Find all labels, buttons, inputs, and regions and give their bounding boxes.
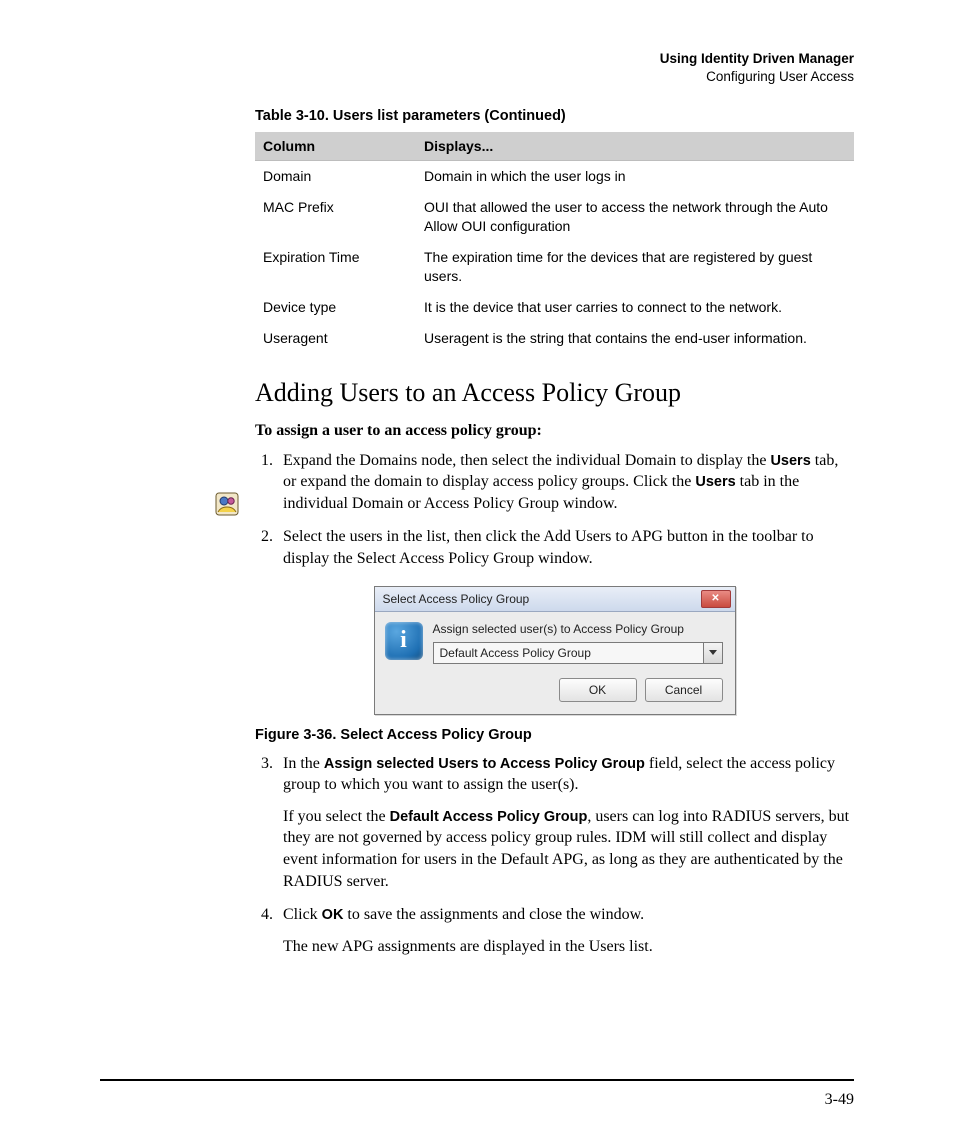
access-policy-group-select[interactable]: Default Access Policy Group bbox=[433, 642, 723, 664]
cell-col1: Expiration Time bbox=[255, 242, 416, 292]
ok-label: OK bbox=[322, 907, 344, 923]
cell-col2: OUI that allowed the user to access the … bbox=[416, 192, 854, 242]
cell-col2: It is the device that user carries to co… bbox=[416, 292, 854, 323]
procedure-steps: Expand the Domains node, then select the… bbox=[255, 450, 854, 570]
cell-col1: Device type bbox=[255, 292, 416, 323]
assign-field-label: Assign selected Users to Access Policy G… bbox=[324, 756, 645, 772]
default-apg-label: Default Access Policy Group bbox=[390, 809, 588, 825]
cell-col1: Useragent bbox=[255, 323, 416, 354]
table-caption: Table 3-10. Users list parameters (Conti… bbox=[255, 108, 854, 124]
dialog-titlebar: Select Access Policy Group ✕ bbox=[375, 587, 735, 612]
table-row: Device type It is the device that user c… bbox=[255, 292, 854, 323]
step-4-text-c: to save the assignments and close the wi… bbox=[343, 906, 644, 923]
close-icon[interactable]: ✕ bbox=[701, 590, 731, 608]
info-icon: i bbox=[385, 622, 423, 660]
dialog-message: Assign selected user(s) to Access Policy… bbox=[433, 622, 723, 636]
procedure-steps-continued: In the Assign selected Users to Access P… bbox=[255, 753, 854, 958]
cell-col2: The expiration time for the devices that… bbox=[416, 242, 854, 292]
step-3-text-a: In the bbox=[283, 755, 324, 772]
ok-button[interactable]: OK bbox=[559, 678, 637, 702]
table-header-displays: Displays... bbox=[416, 132, 854, 161]
footer-rule bbox=[100, 1079, 854, 1081]
select-access-policy-group-dialog: Select Access Policy Group ✕ i Assign se… bbox=[374, 586, 736, 715]
running-header-subtitle: Configuring User Access bbox=[100, 68, 854, 86]
section-heading: Adding Users to an Access Policy Group bbox=[255, 378, 854, 408]
chevron-down-icon[interactable] bbox=[703, 643, 722, 663]
step-4: Click OK to save the assignments and clo… bbox=[277, 904, 854, 957]
running-header: Using Identity Driven Manager Configurin… bbox=[100, 50, 854, 86]
cell-col1: MAC Prefix bbox=[255, 192, 416, 242]
page-number: 3-49 bbox=[825, 1091, 854, 1109]
users-params-table: Column Displays... Domain Domain in whic… bbox=[255, 132, 854, 353]
dialog-title-text: Select Access Policy Group bbox=[383, 592, 530, 606]
running-header-title: Using Identity Driven Manager bbox=[100, 50, 854, 68]
cancel-button[interactable]: Cancel bbox=[645, 678, 723, 702]
table-header-column: Column bbox=[255, 132, 416, 161]
figure-dialog-container: Select Access Policy Group ✕ i Assign se… bbox=[255, 586, 854, 715]
step-2: Select the users in the list, then click… bbox=[277, 526, 854, 569]
step-1-text-a: Expand the Domains node, then select the… bbox=[283, 452, 770, 469]
cell-col1: Domain bbox=[255, 161, 416, 192]
procedure-lead: To assign a user to an access policy gro… bbox=[255, 422, 854, 440]
step-4-text-a: Click bbox=[283, 906, 322, 923]
table-row: Domain Domain in which the user logs in bbox=[255, 161, 854, 192]
figure-caption: Figure 3-36. Select Access Policy Group bbox=[255, 727, 854, 743]
select-value: Default Access Policy Group bbox=[434, 643, 703, 663]
users-tab-label: Users bbox=[770, 453, 810, 469]
table-row: Useragent Useragent is the string that c… bbox=[255, 323, 854, 354]
cell-col2: Useragent is the string that contains th… bbox=[416, 323, 854, 354]
cell-col2: Domain in which the user logs in bbox=[416, 161, 854, 192]
table-row: Expiration Time The expiration time for … bbox=[255, 242, 854, 292]
step-3-p2-a: If you select the bbox=[283, 808, 390, 825]
step-4-p2: The new APG assignments are displayed in… bbox=[283, 936, 854, 958]
step-1: Expand the Domains node, then select the… bbox=[277, 450, 854, 515]
table-row: MAC Prefix OUI that allowed the user to … bbox=[255, 192, 854, 242]
users-tab-label: Users bbox=[695, 474, 735, 490]
table-header-row: Column Displays... bbox=[255, 132, 854, 161]
add-users-to-apg-icon bbox=[215, 492, 239, 516]
step-3: In the Assign selected Users to Access P… bbox=[277, 753, 854, 893]
